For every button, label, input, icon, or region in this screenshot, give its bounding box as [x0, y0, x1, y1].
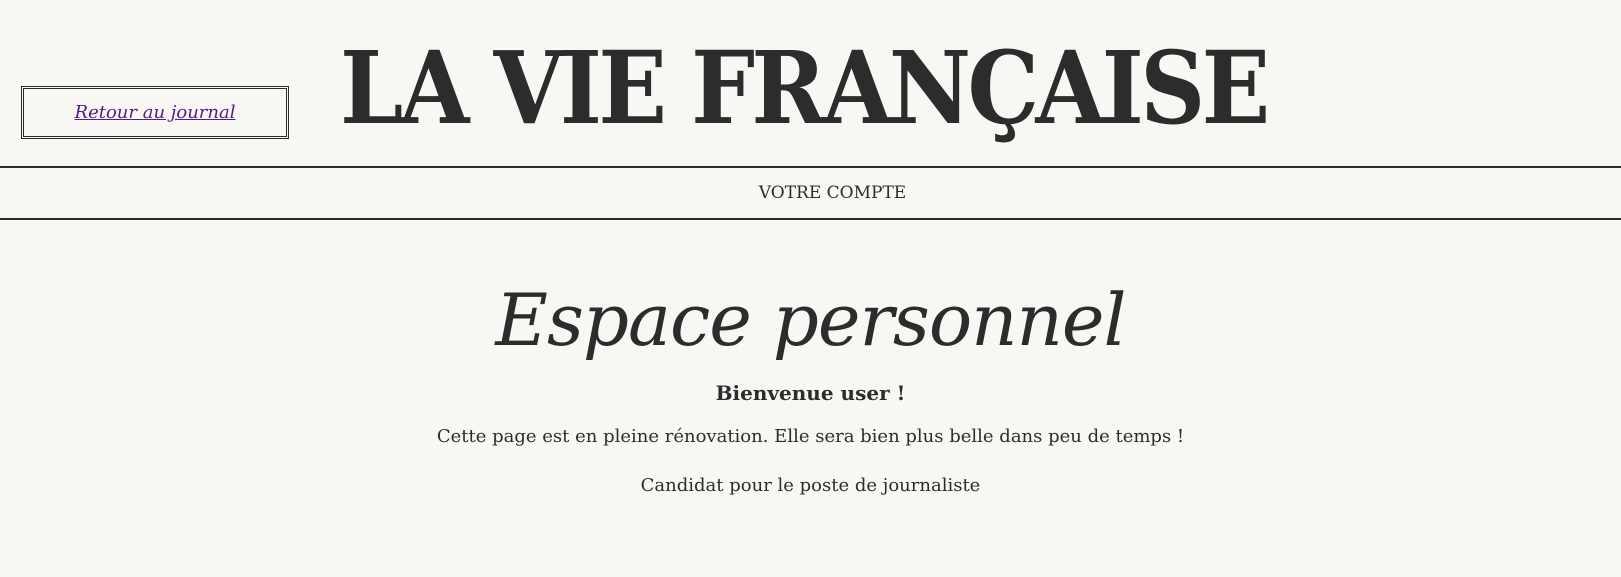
back-to-journal-link[interactable]: Retour au journal [75, 102, 236, 123]
nav-item-account[interactable]: VOTRE COMPTE [759, 183, 906, 203]
masthead-title: LA VIE FRANÇAISE [340, 29, 1270, 147]
page-title: Espace personnel [495, 278, 1126, 362]
account-nav-bar: VOTRE COMPTE [0, 166, 1621, 220]
renovation-notice: Cette page est en pleine rénovation. Ell… [436, 426, 1185, 447]
back-to-journal-button[interactable]: Retour au journal [21, 86, 289, 139]
site-header: Retour au journal LA VIE FRANÇAISE [0, 0, 1621, 166]
personal-space-content: Espace personnel Bienvenue user ! Cette … [0, 220, 1621, 498]
journalist-candidate-text: Candidat pour le poste de journaliste [640, 475, 981, 496]
welcome-message: Bienvenue user ! [715, 381, 906, 405]
